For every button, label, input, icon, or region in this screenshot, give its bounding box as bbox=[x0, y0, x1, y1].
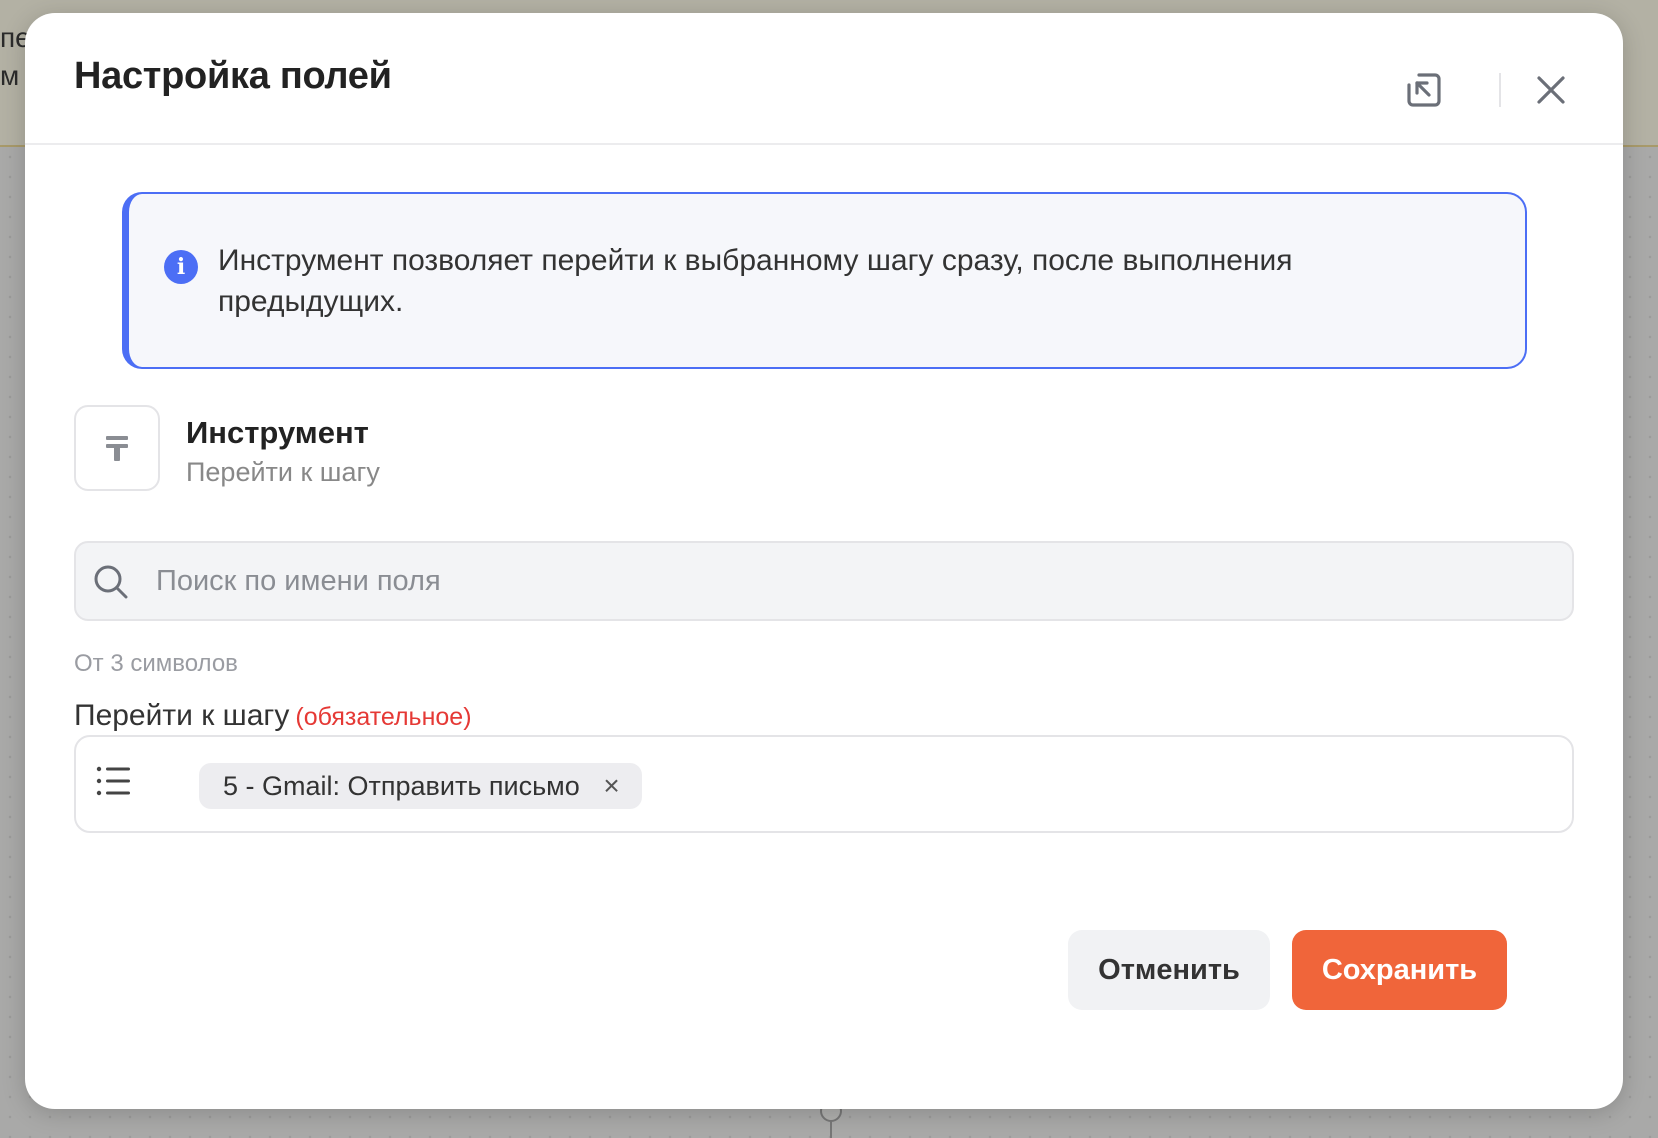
list-icon bbox=[96, 766, 130, 796]
field-label: Перейти к шагу (обязательное) bbox=[74, 699, 472, 733]
tool-title: Инструмент bbox=[186, 415, 369, 450]
arrow-collapse-icon[interactable] bbox=[1405, 71, 1443, 109]
field-search[interactable] bbox=[74, 541, 1574, 621]
field-label-text: Перейти к шагу bbox=[74, 699, 290, 732]
step-select-field[interactable]: 5 - Gmail: Отправить письмо × bbox=[74, 735, 1574, 833]
save-button[interactable]: Сохранить bbox=[1292, 930, 1507, 1010]
info-icon: i bbox=[164, 250, 198, 284]
cancel-button[interactable]: Отменить bbox=[1068, 930, 1270, 1010]
info-banner: i Инструмент позволяет перейти к выбранн… bbox=[122, 192, 1527, 369]
search-icon bbox=[94, 565, 128, 599]
tool-subtitle: Перейти к шагу bbox=[186, 457, 380, 487]
background-text-fragment: м bbox=[0, 60, 20, 91]
selected-step-chip[interactable]: 5 - Gmail: Отправить письмо × bbox=[199, 763, 642, 809]
chip-remove-icon[interactable]: × bbox=[603, 763, 619, 809]
search-input[interactable] bbox=[156, 543, 1556, 619]
background-connector-line bbox=[830, 1120, 832, 1138]
chip-label: 5 - Gmail: Отправить письмо bbox=[223, 771, 580, 801]
tool-icon-container bbox=[74, 405, 160, 491]
modal-title: Настройка полей bbox=[74, 55, 392, 97]
field-settings-modal: Настройка полей i Инструмент позволяет п… bbox=[25, 13, 1623, 1109]
modal-header: Настройка полей bbox=[25, 13, 1623, 145]
text-tool-icon bbox=[106, 436, 128, 461]
header-divider bbox=[1499, 73, 1501, 107]
search-hint: От 3 символов bbox=[74, 650, 238, 677]
close-icon[interactable] bbox=[1532, 71, 1570, 109]
required-marker: (обязательное) bbox=[295, 703, 472, 731]
info-text: Инструмент позволяет перейти к выбранном… bbox=[218, 244, 1293, 318]
